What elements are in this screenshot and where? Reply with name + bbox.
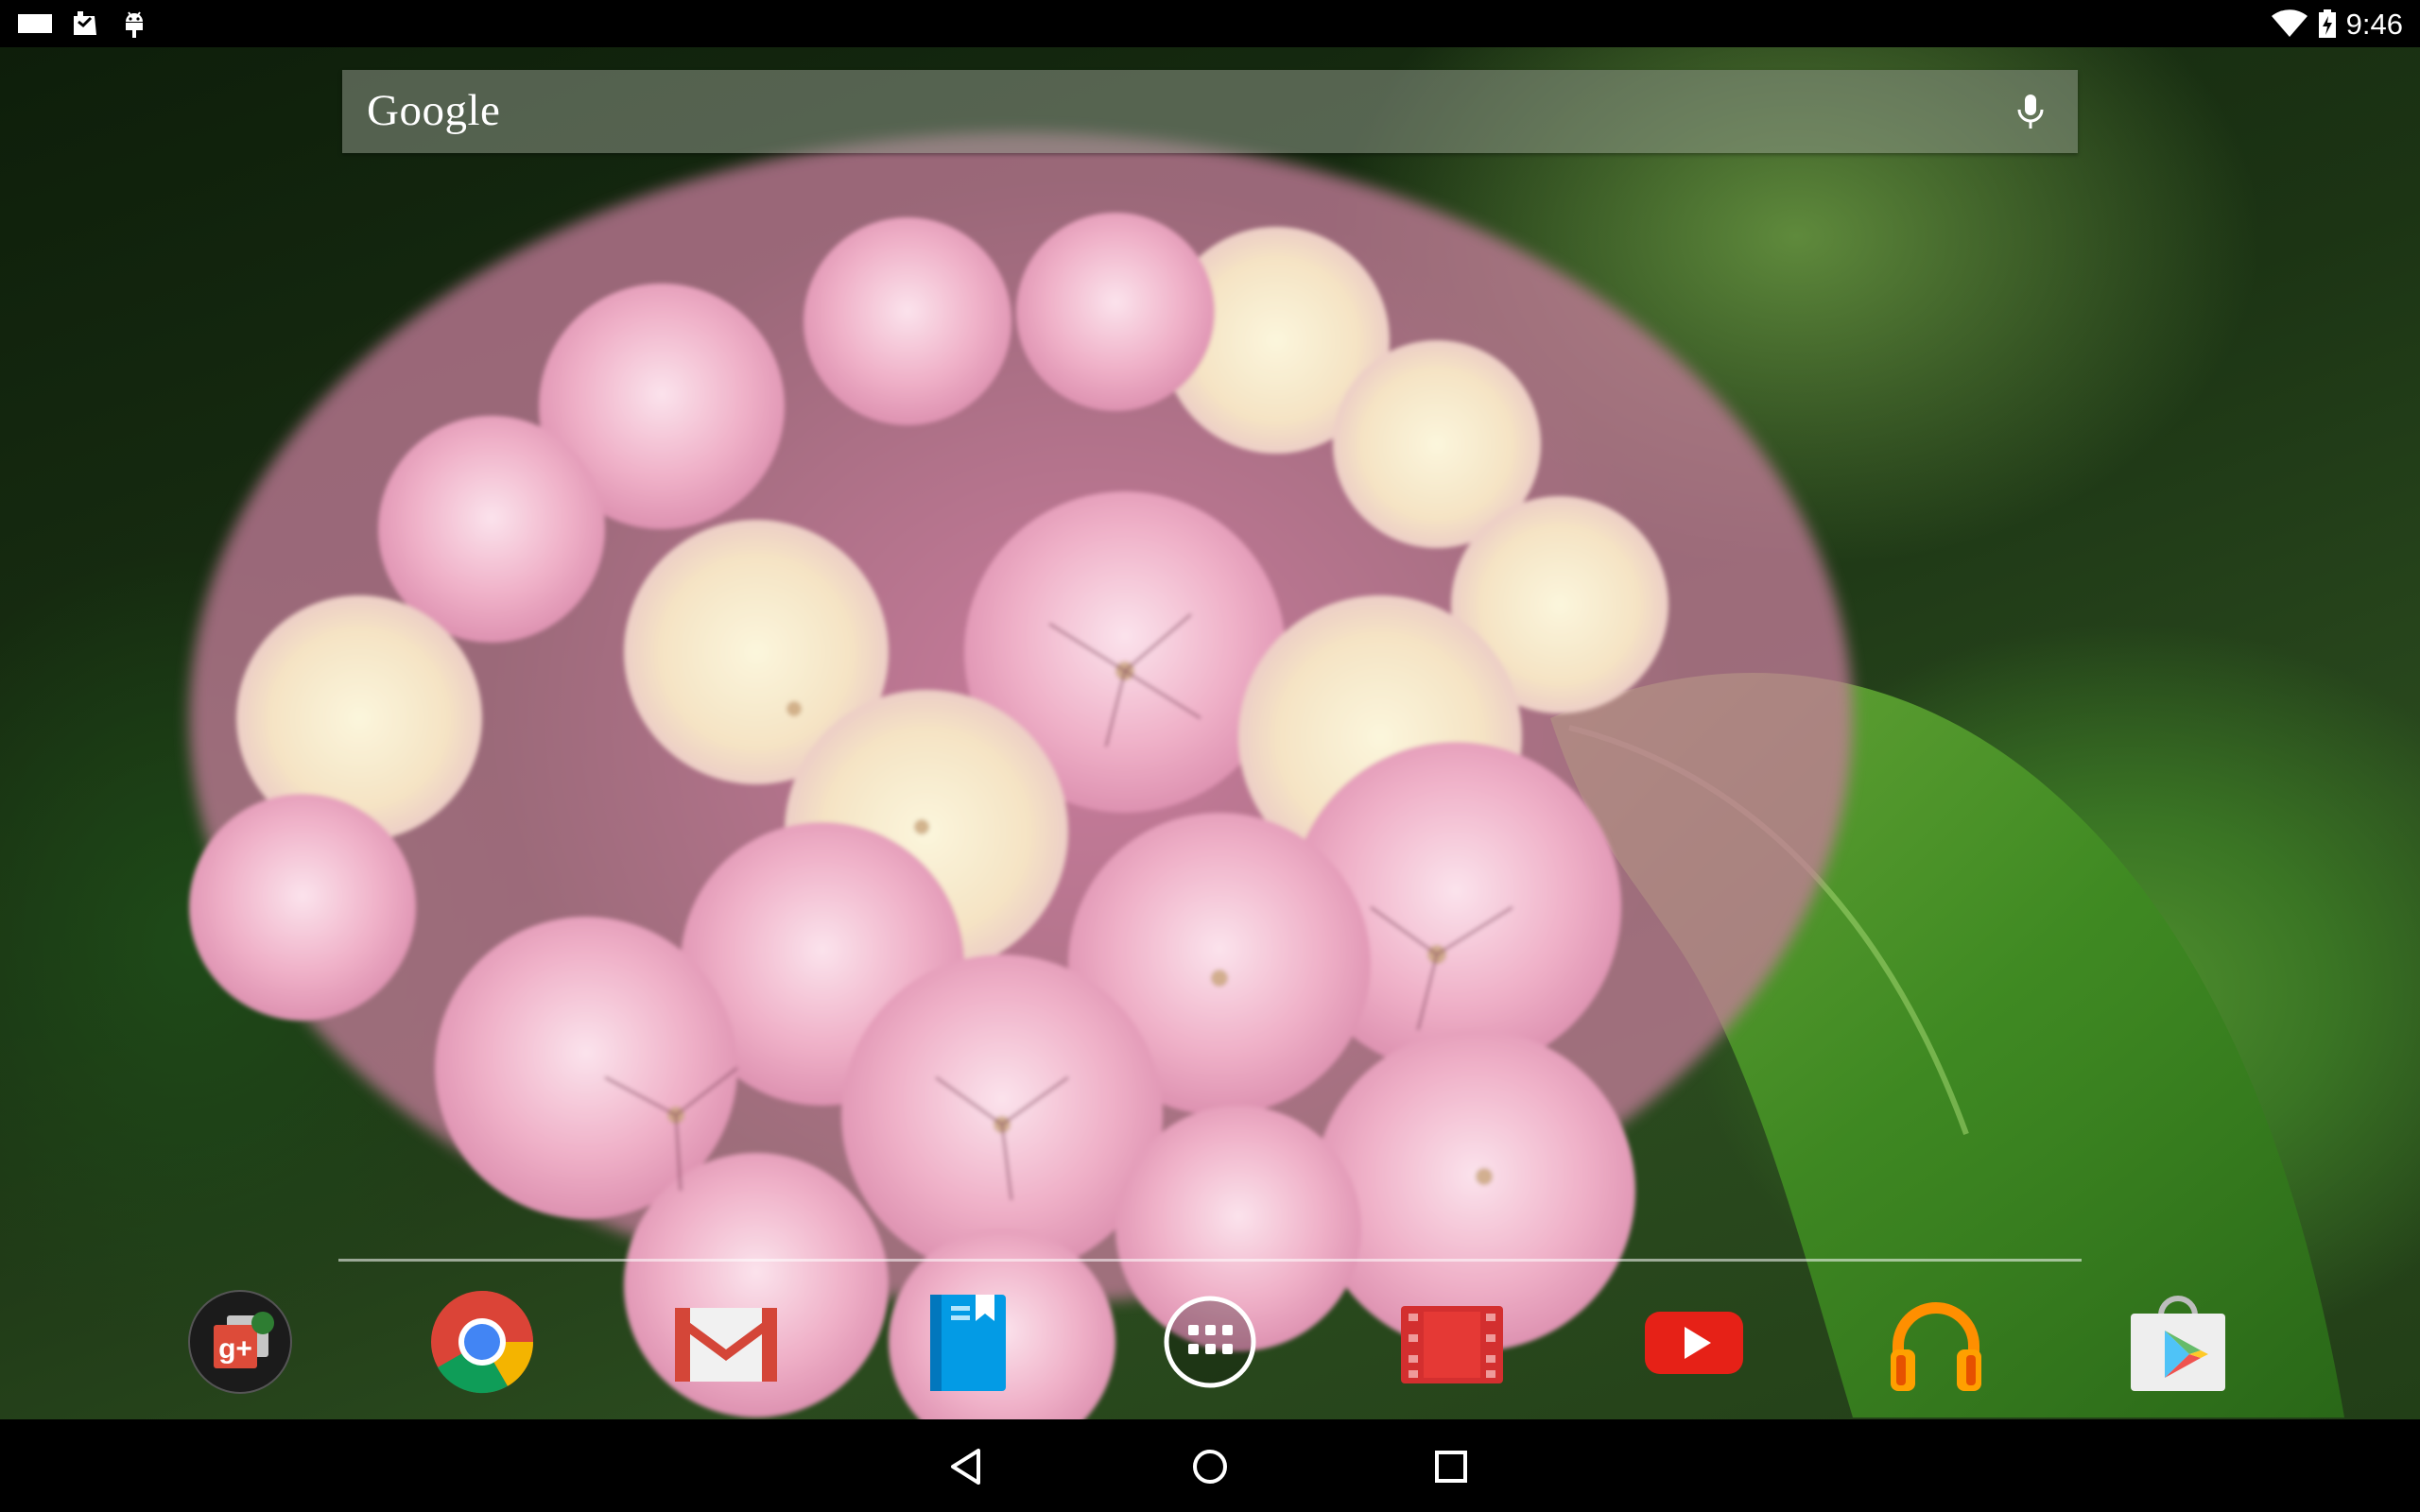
wallpaper-hydrangea — [0, 0, 2420, 1512]
dock-divider — [338, 1259, 2082, 1262]
play-music-icon[interactable] — [1881, 1287, 1991, 1397]
battery-charging-icon — [2318, 9, 2337, 43]
screenshot-icon — [17, 9, 53, 43]
google-logo: Google — [367, 86, 501, 135]
gmail-icon[interactable] — [671, 1287, 781, 1397]
home-icon[interactable] — [1186, 1443, 1234, 1490]
recents-icon[interactable] — [1427, 1443, 1475, 1490]
chrome-icon[interactable] — [427, 1287, 537, 1397]
play-movies-icon[interactable] — [1397, 1287, 1507, 1397]
status-bar: 9:46 — [0, 0, 2420, 47]
google-plus-photos-icon[interactable]: g+ — [185, 1287, 295, 1397]
clock: 9:46 — [2345, 8, 2403, 41]
wallpaper-art — [189, 132, 2344, 1455]
play-books-icon[interactable] — [913, 1287, 1023, 1397]
all-apps-icon[interactable] — [1155, 1287, 1265, 1397]
microphone-icon[interactable] — [2008, 89, 2053, 134]
google-search-bar[interactable]: Google — [342, 70, 2078, 153]
navigation-bar — [0, 1419, 2420, 1512]
back-icon[interactable] — [944, 1443, 992, 1490]
android-debug-icon — [121, 9, 147, 43]
sd-card-icon — [70, 9, 100, 43]
youtube-icon[interactable] — [1639, 1287, 1749, 1397]
wifi-icon — [2271, 9, 2308, 43]
svg-text:g+: g+ — [218, 1333, 252, 1365]
play-store-icon[interactable] — [2123, 1287, 2233, 1397]
